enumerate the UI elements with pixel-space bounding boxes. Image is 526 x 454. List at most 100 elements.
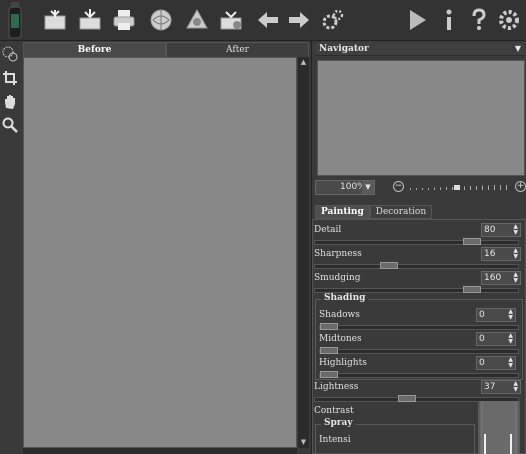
spinner-arrows-icon[interactable]: ▲ ▼ (513, 224, 518, 236)
info-button[interactable] (436, 7, 462, 33)
undo-icon (258, 12, 278, 28)
hand-tool[interactable] (1, 93, 18, 111)
redo-button[interactable] (286, 7, 312, 33)
sharpness-spinbox[interactable]: 16 ▲ ▼ (481, 247, 521, 261)
settings-icon (322, 9, 344, 30)
shading-group: Shading Shadows 0 ▲ ▼ Midtones 0 ▲ ▼ Highl… (315, 293, 523, 380)
spinner-arrows-icon[interactable]: ▲ ▼ (513, 272, 518, 284)
tools-sidebar (0, 41, 20, 454)
sharpness-label: Sharpness (314, 249, 362, 259)
chevron-down-icon[interactable]: ▼ (362, 181, 374, 194)
preferences-icon (499, 10, 519, 30)
shadows-slider-thumb[interactable] (320, 323, 338, 330)
smudging-spinbox[interactable]: 160 ▲ ▼ (481, 271, 521, 285)
highlights-label: Highlights (319, 358, 367, 368)
print-icon (113, 10, 135, 30)
tab-before[interactable]: Before (23, 42, 166, 57)
share-button[interactable] (148, 7, 174, 33)
detail-spinbox[interactable]: 80 ▲ ▼ (481, 223, 521, 237)
detail-slider[interactable] (314, 238, 519, 245)
midtones-spinbox[interactable]: 0 ▲ ▼ (476, 332, 516, 346)
highlights-slider[interactable] (319, 371, 519, 378)
help-button[interactable] (466, 7, 492, 33)
shadows-value: 0 (479, 310, 485, 320)
crop-tool[interactable] (1, 69, 18, 87)
zoom-tool[interactable] (1, 116, 18, 134)
shadows-label: Shadows (319, 310, 360, 320)
save-button[interactable] (77, 7, 103, 33)
spinner-arrows-icon[interactable]: ▲ ▼ (513, 248, 518, 260)
midtones-slider[interactable] (319, 347, 519, 354)
detail-value: 80 (484, 225, 496, 235)
tab-after[interactable]: After (166, 42, 309, 57)
run-button[interactable] (404, 7, 430, 33)
hand-icon (4, 95, 15, 109)
image-canvas[interactable] (23, 57, 297, 448)
collapse-chevron-icon[interactable]: ▼ (515, 42, 521, 56)
settings-button[interactable] (320, 7, 346, 33)
run-icon (410, 10, 426, 30)
tab-decoration[interactable]: Decoration (369, 205, 433, 219)
detail-label: Detail (314, 225, 342, 235)
sharpness-value: 16 (484, 249, 496, 259)
print-button[interactable] (111, 7, 137, 33)
contrast-label: Contrast (314, 406, 354, 416)
sharpness-slider[interactable] (314, 262, 519, 269)
batch-button[interactable] (184, 7, 210, 33)
midtones-value: 0 (479, 334, 485, 344)
spinner-arrows-icon[interactable]: ▲ ▼ (513, 381, 518, 393)
selection-brush-tool[interactable] (1, 45, 18, 63)
spray-title: Spray (321, 418, 356, 428)
spinner-arrows-icon[interactable]: ▲ ▼ (508, 333, 513, 345)
scroll-down-icon[interactable]: ▼ (299, 438, 308, 447)
export-button[interactable] (218, 7, 244, 33)
navigator-title: Navigator (319, 44, 369, 54)
sharpness-slider-thumb[interactable] (380, 262, 398, 269)
right-panel: Navigator ▼ 100% ▼ − + Painting Decorati… (311, 41, 526, 454)
navigator-preview[interactable] (317, 60, 525, 176)
redo-icon (289, 12, 309, 28)
open-button[interactable] (42, 7, 68, 33)
zoom-select[interactable]: 100% ▼ (315, 180, 375, 195)
spinner-arrows-icon[interactable]: ▲ ▼ (508, 309, 513, 321)
zoom-out-icon[interactable]: − (393, 181, 404, 192)
before-after-tabs: Before After (23, 42, 309, 57)
crop-icon (2, 71, 17, 85)
navigator-header: Navigator ▼ (315, 42, 525, 56)
vertical-scrollbar[interactable]: ▲ ▼ (298, 57, 309, 448)
spray-group: Spray Intensi (315, 418, 475, 454)
shadows-slider[interactable] (319, 323, 519, 330)
detail-slider-thumb[interactable] (463, 238, 481, 245)
app-logo-icon (8, 2, 22, 39)
midtones-slider-thumb[interactable] (320, 347, 338, 354)
curve-preview (478, 401, 520, 454)
lightness-value: 37 (484, 382, 496, 392)
help-icon (472, 8, 486, 30)
zoom-slider[interactable] (410, 185, 510, 190)
smudging-slider-thumb[interactable] (463, 286, 481, 293)
shading-title: Shading (321, 293, 369, 303)
open-icon (44, 10, 66, 30)
zoom-controls: 100% ▼ − + (315, 180, 526, 196)
highlights-spinbox[interactable]: 0 ▲ ▼ (476, 356, 516, 370)
spinner-arrows-icon[interactable]: ▲ ▼ (508, 357, 513, 369)
main-toolbar (0, 0, 526, 41)
zoom-in-icon[interactable]: + (515, 181, 526, 192)
tab-painting[interactable]: Painting (315, 205, 370, 219)
lightness-slider-thumb[interactable] (398, 395, 416, 402)
info-icon (446, 9, 452, 30)
horizontal-scrollbar[interactable] (23, 448, 297, 454)
shadows-spinbox[interactable]: 0 ▲ ▼ (476, 308, 516, 322)
lightness-spinbox[interactable]: 37 ▲ ▼ (481, 380, 521, 394)
preferences-button[interactable] (496, 7, 522, 33)
zoom-icon (2, 117, 18, 133)
scroll-up-icon[interactable]: ▲ (299, 58, 308, 67)
share-icon (150, 9, 172, 31)
selection-brush-icon (2, 46, 17, 62)
highlights-value: 0 (479, 358, 485, 368)
canvas-area: Before After ▲ ▼ (21, 41, 311, 454)
smudging-value: 160 (484, 273, 502, 283)
highlights-slider-thumb[interactable] (320, 371, 338, 378)
undo-button[interactable] (255, 7, 281, 33)
intensity-label: Intensi (319, 435, 351, 445)
